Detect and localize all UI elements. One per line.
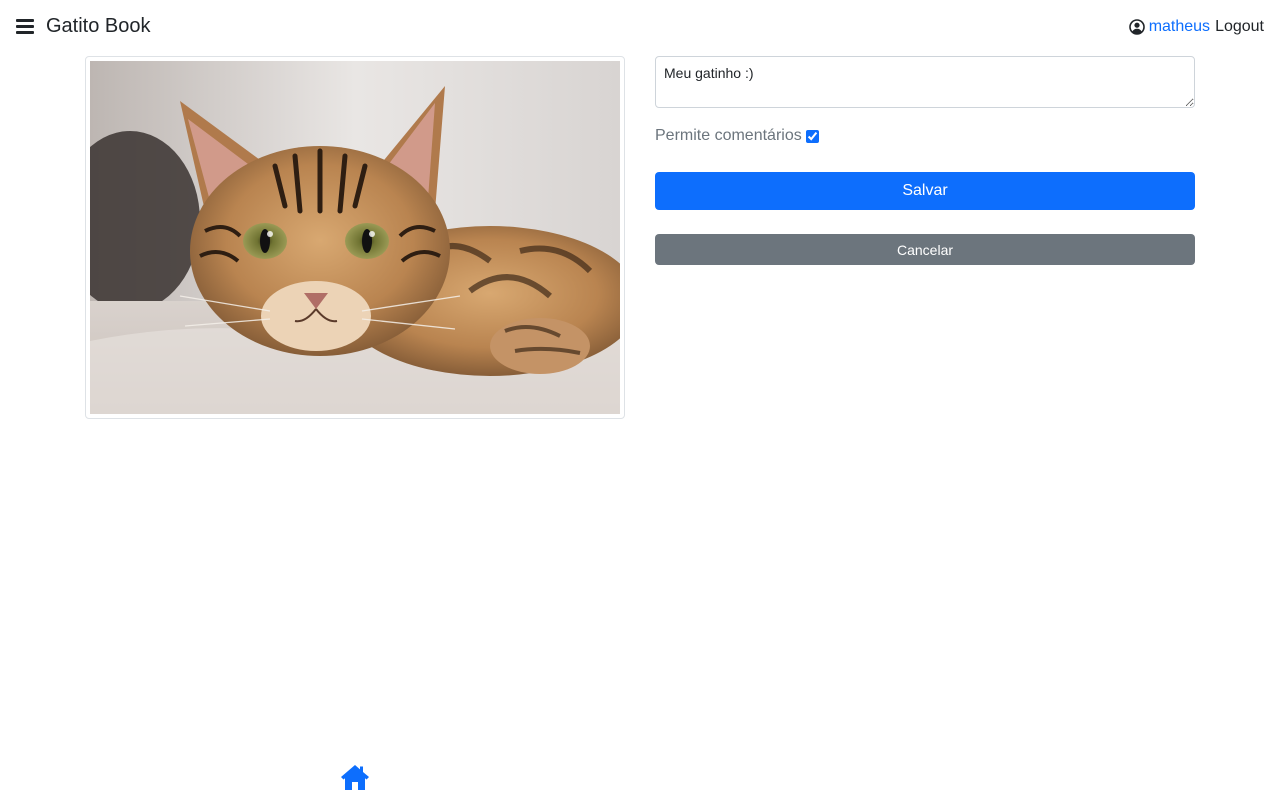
photo-frame <box>85 56 625 419</box>
username-link[interactable]: matheus <box>1149 18 1210 36</box>
description-field[interactable]: Meu gatinho :) <box>655 56 1195 108</box>
user-area: matheus Logout <box>1128 18 1264 36</box>
cancel-button[interactable]: Cancelar <box>655 234 1195 265</box>
bars-icon[interactable] <box>14 18 36 38</box>
allow-comments-row[interactable]: Permite comentários <box>655 127 819 145</box>
allow-comments-label: Permite comentários <box>655 127 802 144</box>
save-button[interactable]: Salvar <box>655 172 1195 210</box>
brand-title[interactable]: Gatito Book <box>46 15 151 38</box>
user-circle-icon <box>1128 19 1145 35</box>
cat-photo <box>90 61 620 414</box>
home-icon[interactable] <box>340 764 370 791</box>
navbar: Gatito Book matheus Logout <box>0 0 1280 56</box>
allow-comments-checkbox[interactable] <box>805 129 819 143</box>
logout-link[interactable]: Logout <box>1215 18 1264 36</box>
